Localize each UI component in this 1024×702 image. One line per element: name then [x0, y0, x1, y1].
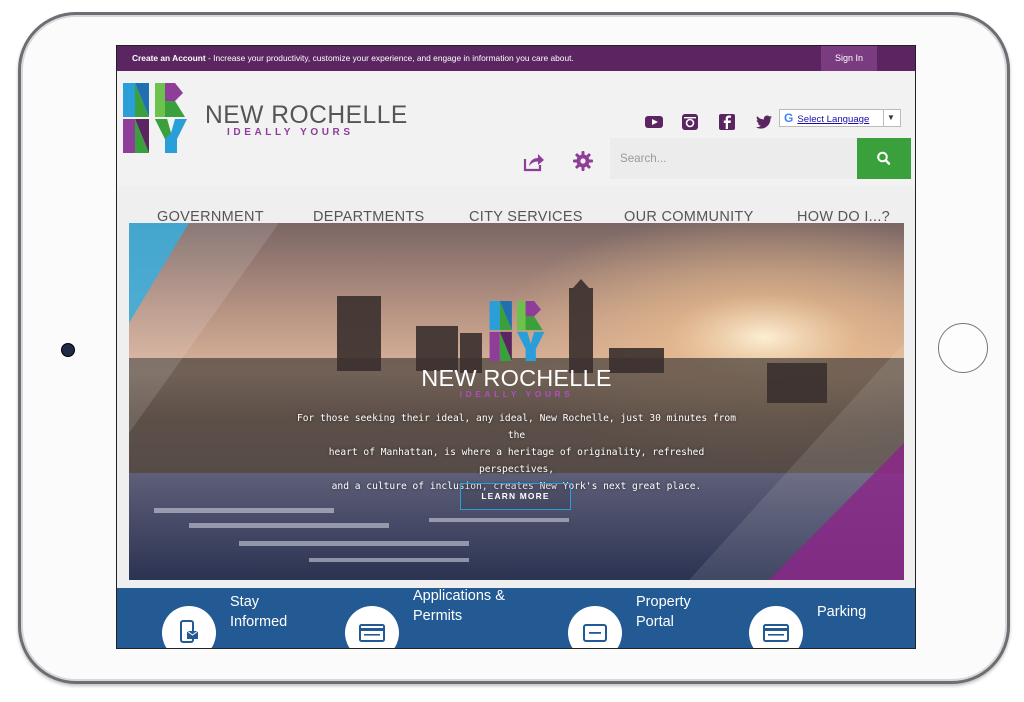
select-language-link[interactable]: Select Language	[797, 114, 869, 125]
search-input[interactable]	[610, 138, 857, 179]
chevron-down-icon[interactable]: ▼	[883, 110, 898, 126]
brand-name: NEW ROCHELLE	[205, 102, 408, 129]
phone-envelope-icon	[180, 620, 199, 643]
city-skyline-image	[129, 223, 904, 580]
search-button[interactable]	[857, 138, 911, 179]
quick-link-label: Portal	[636, 614, 674, 630]
document-icon	[583, 624, 607, 642]
youtube-icon[interactable]	[645, 113, 663, 131]
facebook-icon[interactable]	[718, 113, 736, 131]
create-account-link[interactable]: Create an Account	[132, 53, 206, 63]
quick-link-label: Permits	[413, 608, 463, 624]
sign-in-button[interactable]: Sign In	[820, 46, 877, 71]
quick-link-label: Property	[636, 594, 691, 610]
card-icon	[763, 624, 789, 642]
home-button[interactable]	[938, 323, 988, 373]
nrny-logo[interactable]	[123, 83, 187, 153]
twitter-icon[interactable]	[755, 113, 773, 131]
account-bar-message: - Increase your productivity, customize …	[205, 53, 574, 63]
camera-icon	[61, 343, 75, 357]
hero-description-line: For those seeking their ideal, any ideal…	[297, 413, 736, 441]
search-icon	[877, 151, 891, 165]
learn-more-button[interactable]: LEARN MORE	[460, 483, 571, 510]
quick-link-label: Stay	[230, 594, 260, 610]
hero-tagline: IDEALLY YOURS	[459, 389, 574, 399]
quick-link-label: Parking	[817, 604, 867, 620]
quick-link-label: Informed	[230, 614, 288, 630]
language-select[interactable]: G Select Language ▼	[779, 109, 901, 127]
form-icon	[359, 624, 385, 642]
hero-banner: NEW ROCHELLE IDEALLY YOURS For those see…	[129, 223, 904, 580]
hero-description-line: heart of Manhattan, is where a heritage …	[328, 447, 705, 475]
hero-title: NEW ROCHELLE	[421, 365, 612, 391]
quick-link-label: Applications &	[413, 588, 505, 604]
google-icon: G	[784, 111, 794, 125]
site-header: NEW ROCHELLE IDEALLY YOURS G Select Langu…	[117, 71, 915, 225]
share-icon[interactable]	[523, 152, 545, 172]
quick-links-bar: Stay Informed Applications & Permits Pro…	[117, 588, 915, 648]
hero-nrny-logo	[489, 301, 545, 361]
instagram-icon[interactable]	[681, 113, 699, 131]
browser-screen: Create an Account - Increase your produc…	[116, 45, 916, 649]
account-bar: Create an Account - Increase your produc…	[117, 46, 915, 71]
brand-wordmark[interactable]: NEW ROCHELLE IDEALLY YOURS	[205, 102, 408, 138]
gear-icon[interactable]	[573, 151, 593, 171]
